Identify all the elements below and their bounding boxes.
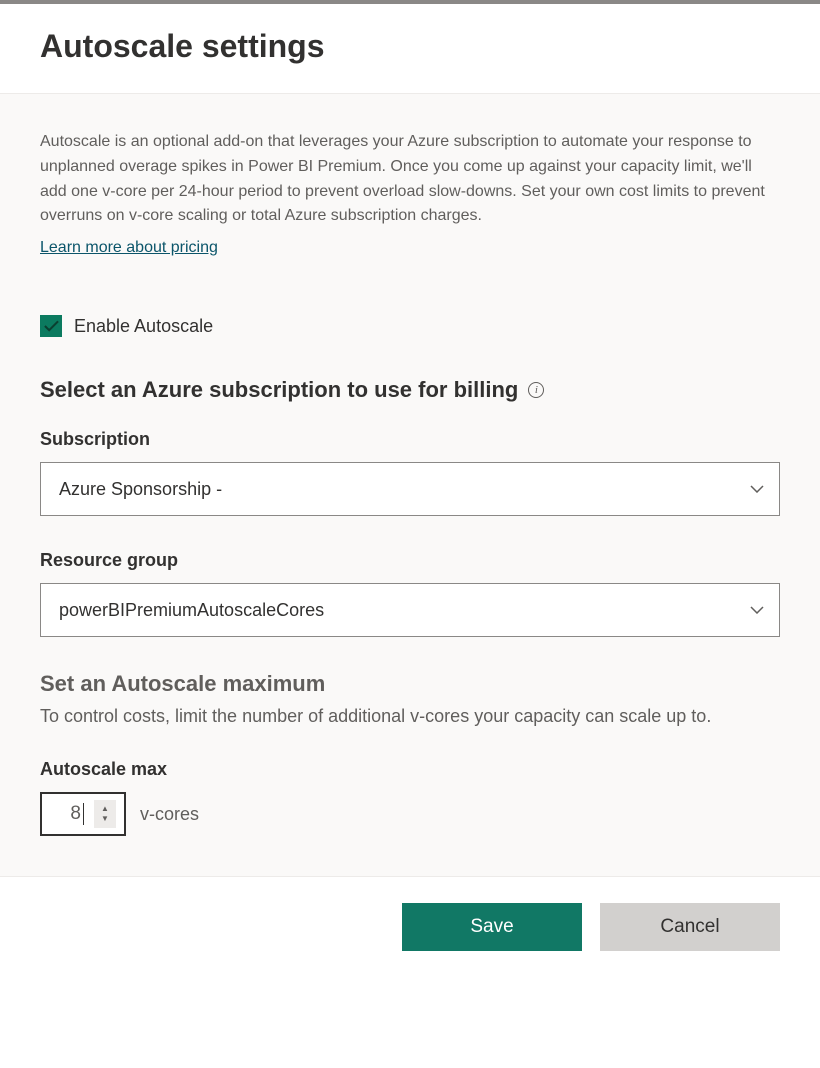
autoscale-max-section-title: Set an Autoscale maximum — [40, 671, 780, 697]
dialog-footer: Save Cancel — [0, 877, 820, 979]
autoscale-max-stepper[interactable]: ▲ ▼ — [40, 792, 126, 836]
autoscale-max-description: To control costs, limit the number of ad… — [40, 703, 780, 731]
stepper-arrows[interactable]: ▲ ▼ — [94, 800, 116, 828]
autoscale-max-input[interactable] — [56, 803, 84, 825]
resource-group-select[interactable]: powerBIPremiumAutoscaleCores — [40, 583, 780, 637]
cancel-button[interactable]: Cancel — [600, 903, 780, 951]
info-icon[interactable]: i — [528, 382, 544, 398]
page-title: Autoscale settings — [40, 28, 820, 65]
autoscale-description: Autoscale is an optional add-on that lev… — [40, 130, 780, 229]
checkmark-icon — [44, 320, 59, 332]
enable-autoscale-checkbox[interactable] — [40, 315, 62, 337]
enable-autoscale-row: Enable Autoscale — [40, 315, 780, 337]
caret-down-icon: ▼ — [101, 814, 109, 824]
save-button[interactable]: Save — [402, 903, 582, 951]
subscription-label: Subscription — [40, 429, 780, 450]
billing-section-title: Select an Azure subscription to use for … — [40, 377, 780, 403]
autoscale-max-row: ▲ ▼ v-cores — [40, 792, 780, 836]
caret-up-icon: ▲ — [101, 804, 109, 814]
learn-more-link[interactable]: Learn more about pricing — [40, 239, 218, 257]
subscription-select[interactable]: Azure Sponsorship - — [40, 462, 780, 516]
page-header: Autoscale settings — [0, 4, 820, 93]
settings-panel: Autoscale is an optional add-on that lev… — [0, 93, 820, 877]
vcores-unit: v-cores — [140, 804, 199, 825]
billing-title-text: Select an Azure subscription to use for … — [40, 377, 518, 403]
resource-group-label: Resource group — [40, 550, 780, 571]
subscription-select-wrap: Azure Sponsorship - — [40, 462, 780, 516]
enable-autoscale-label: Enable Autoscale — [74, 316, 213, 337]
autoscale-max-label: Autoscale max — [40, 759, 780, 780]
resource-group-select-wrap: powerBIPremiumAutoscaleCores — [40, 583, 780, 637]
